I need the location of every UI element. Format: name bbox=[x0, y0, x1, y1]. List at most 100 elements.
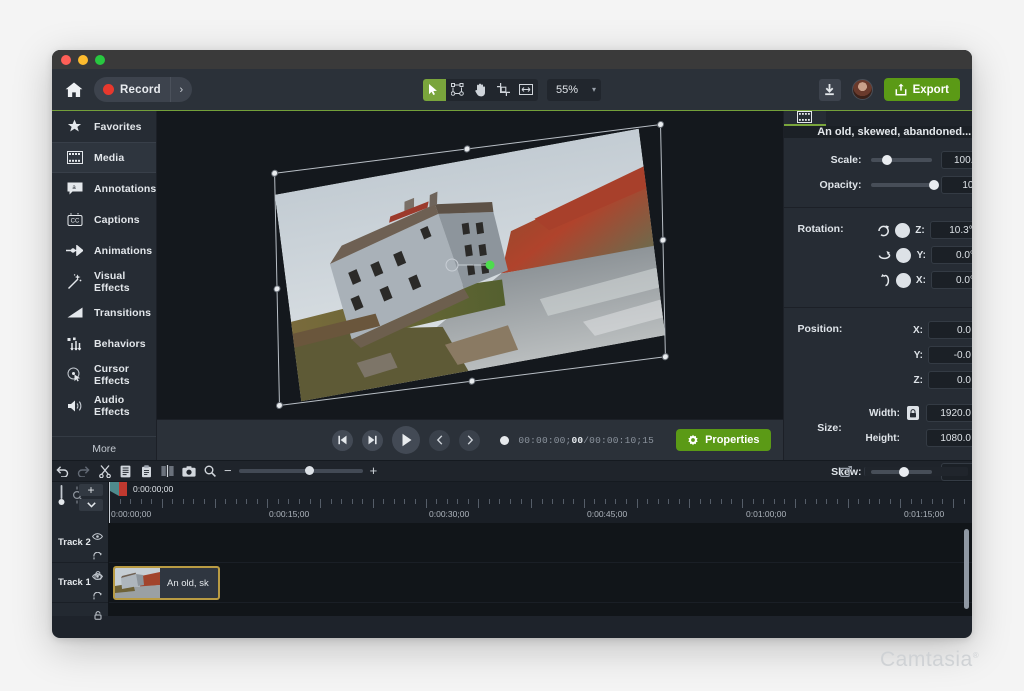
plus-icon[interactable]: + bbox=[370, 466, 378, 476]
collapse-tracks-button[interactable] bbox=[79, 499, 103, 511]
detach-timeline-button[interactable] bbox=[835, 460, 856, 482]
resize-handle-middle-left[interactable] bbox=[273, 285, 280, 293]
sidebar-item-cursor-effects[interactable]: Cursor Effects bbox=[52, 359, 156, 390]
resize-handle-top-right[interactable] bbox=[657, 121, 664, 129]
rotation-z-dial[interactable] bbox=[895, 223, 910, 238]
timeline-ruler[interactable]: 0:00:00;00 0:00:00;000:00:15;000:00:30;0… bbox=[109, 482, 972, 523]
rotation-y-dial[interactable] bbox=[896, 248, 911, 263]
rotation-y-field[interactable]: 0.0° bbox=[931, 246, 972, 264]
sidebar-item-captions[interactable]: CC Captions bbox=[52, 204, 156, 235]
opacity-slider-knob[interactable] bbox=[929, 180, 939, 190]
ruler-tick bbox=[183, 499, 184, 504]
resize-handle-middle-right[interactable] bbox=[659, 236, 666, 244]
timeline-zoom-knob[interactable] bbox=[305, 466, 314, 475]
opacity-value-field[interactable]: 100% bbox=[941, 176, 972, 194]
sidebar-item-favorites[interactable]: Favorites bbox=[52, 111, 156, 142]
lock-closed-icon[interactable] bbox=[907, 406, 919, 420]
zoom-level-select[interactable]: 55% ▾ bbox=[547, 79, 601, 101]
preview-canvas[interactable] bbox=[157, 111, 782, 419]
minus-icon[interactable]: − bbox=[224, 466, 232, 476]
sidebar-item-behaviors[interactable]: Behaviors bbox=[52, 328, 156, 359]
magnifier-icon bbox=[204, 465, 216, 477]
track-lane-track-2[interactable] bbox=[109, 523, 972, 563]
undo-button[interactable] bbox=[52, 460, 73, 482]
lock-icon[interactable] bbox=[94, 607, 102, 625]
close-window-button[interactable] bbox=[61, 55, 71, 65]
track-name: Track 2 bbox=[58, 537, 91, 548]
playhead-line[interactable] bbox=[109, 482, 110, 523]
redo-button[interactable] bbox=[73, 460, 94, 482]
scrubber-knob[interactable] bbox=[500, 436, 509, 445]
play-button[interactable] bbox=[392, 426, 420, 454]
next-frame-button[interactable] bbox=[362, 430, 383, 451]
next-marker-button[interactable] bbox=[459, 430, 480, 451]
resize-handle-top-left[interactable] bbox=[271, 169, 278, 177]
track-lane-track-1[interactable]: An old, sk bbox=[109, 563, 972, 603]
track-header-track-1[interactable]: Track 1 bbox=[52, 563, 108, 603]
rotation-grip-icon[interactable] bbox=[485, 261, 494, 270]
add-track-button[interactable]: + bbox=[79, 484, 103, 496]
scale-slider[interactable] bbox=[871, 158, 932, 162]
eye-icon[interactable] bbox=[92, 527, 103, 545]
position-z-field[interactable]: 0.0 bbox=[928, 371, 972, 389]
previous-marker-button[interactable] bbox=[429, 430, 450, 451]
position-x-row: X: 0.0 ▲▼ bbox=[866, 320, 973, 340]
properties-button[interactable]: Properties bbox=[676, 429, 770, 451]
position-x-field[interactable]: 0.0 bbox=[928, 321, 972, 339]
sidebar-item-visual-effects[interactable]: Visual Effects bbox=[52, 266, 156, 297]
eye-icon[interactable] bbox=[92, 567, 103, 585]
paste-button[interactable] bbox=[136, 460, 157, 482]
select-tool-button[interactable] bbox=[423, 79, 446, 101]
opacity-slider[interactable] bbox=[871, 183, 932, 187]
tab-media-properties[interactable] bbox=[784, 111, 826, 126]
rotation-x-field[interactable]: 0.0° bbox=[931, 271, 972, 289]
film-strip-icon bbox=[66, 149, 83, 166]
sidebar-item-audio-effects[interactable]: Audio Effects bbox=[52, 390, 156, 421]
height-field[interactable]: 1080.0 bbox=[926, 429, 972, 447]
maximize-window-button[interactable] bbox=[95, 55, 105, 65]
resize-handle-top-center[interactable] bbox=[463, 145, 470, 153]
rotation-handle[interactable] bbox=[445, 259, 494, 272]
sidebar-item-annotations[interactable]: a Annotations bbox=[52, 173, 156, 204]
split-button[interactable] bbox=[157, 460, 178, 482]
zoom-level-value: 55% bbox=[556, 84, 578, 96]
hand-tool-button[interactable] bbox=[469, 79, 492, 101]
clip-thumbnail bbox=[115, 568, 160, 598]
tracks-vertical-scrollbar[interactable] bbox=[964, 529, 969, 609]
width-field[interactable]: 1920.0 bbox=[926, 404, 972, 422]
screenshot-button[interactable] bbox=[178, 460, 199, 482]
position-z-value: 0.0 bbox=[957, 375, 971, 386]
rotation-z-field[interactable]: 10.3° bbox=[930, 221, 972, 239]
rotate-z-icon bbox=[877, 224, 890, 237]
copy-button[interactable] bbox=[115, 460, 136, 482]
scale-slider-knob[interactable] bbox=[882, 155, 892, 165]
sidebar-item-transitions[interactable]: Transitions bbox=[52, 297, 156, 328]
scale-value-field[interactable]: 100.0% bbox=[941, 151, 972, 169]
loop-icon[interactable] bbox=[93, 587, 103, 605]
rotation-x-dial[interactable] bbox=[896, 273, 911, 288]
sidebar-more-button[interactable]: More bbox=[52, 436, 156, 460]
track-header-track-2[interactable]: Track 2 bbox=[52, 523, 108, 563]
position-y-field[interactable]: -0.0 bbox=[928, 346, 972, 364]
resize-handle-bottom-right[interactable] bbox=[662, 353, 669, 361]
edit-points-tool-button[interactable] bbox=[446, 79, 469, 101]
resize-handle-bottom-center[interactable] bbox=[468, 377, 475, 385]
timeline-clip[interactable]: An old, sk bbox=[113, 566, 220, 600]
ruler-tick bbox=[162, 499, 163, 508]
skew-slider-knob[interactable] bbox=[899, 467, 909, 477]
zoom-to-fit-button[interactable] bbox=[199, 460, 220, 482]
resize-handle-bottom-left[interactable] bbox=[276, 402, 283, 410]
chevron-left-icon bbox=[436, 435, 444, 445]
sidebar-item-animations[interactable]: Animations bbox=[52, 235, 156, 266]
audio-meter-icon[interactable] bbox=[57, 485, 66, 512]
playhead-flag[interactable]: 0:00:00;00 bbox=[109, 482, 173, 496]
skew-slider[interactable] bbox=[871, 470, 932, 474]
cut-button[interactable] bbox=[94, 460, 115, 482]
magic-wand-icon bbox=[66, 273, 83, 290]
fit-tool-button[interactable] bbox=[515, 79, 538, 101]
crop-tool-button[interactable] bbox=[492, 79, 515, 101]
minimize-window-button[interactable] bbox=[78, 55, 88, 65]
timeline-zoom-slider[interactable] bbox=[239, 469, 363, 473]
sidebar-item-media[interactable]: Media bbox=[52, 142, 156, 173]
previous-frame-button[interactable] bbox=[332, 430, 353, 451]
